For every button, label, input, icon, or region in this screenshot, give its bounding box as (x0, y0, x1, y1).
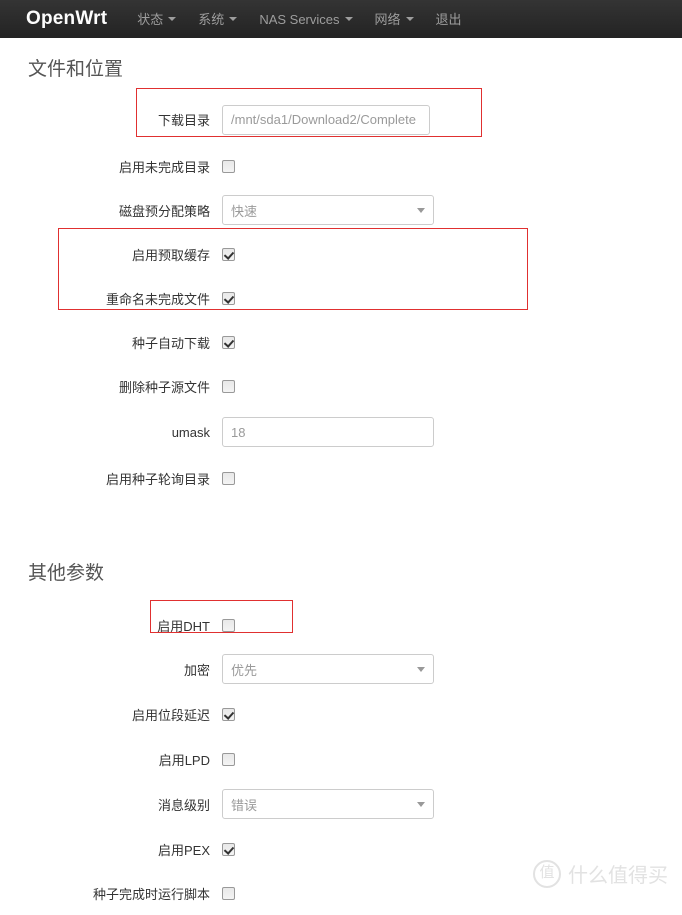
field-preallocation: 快速 (222, 195, 682, 225)
nav-item-nas-services[interactable]: NAS Services (259, 11, 353, 27)
label-rename-incomplete-files: 重命名未完成文件 (105, 291, 210, 307)
nav-item-status-label: 状态 (137, 11, 164, 27)
nav-item-network[interactable]: 网络 (375, 13, 414, 26)
row-enable-lpd: 启用LPD (0, 737, 682, 781)
brand-logo[interactable]: OpenWrt (26, 8, 107, 30)
row-umask: umask (0, 408, 682, 456)
page-content: 文件和位置 下载目录 启用未完成目录 磁盘预分配策略 快速 启用预取缓存 重命名… (0, 38, 682, 915)
select-preallocation-wrap[interactable]: 快速 (222, 195, 434, 225)
label-preallocation: 磁盘预分配策略 (118, 203, 210, 219)
field-delete-torrent-source (222, 379, 682, 393)
row-enable-lazy-bitfield: 启用位段延迟 (0, 691, 682, 737)
row-download-dir: 下载目录 (0, 95, 682, 144)
checkbox-enable-prefetch-cache[interactable] (222, 247, 235, 261)
field-run-script-on-complete (222, 886, 682, 900)
chevron-down-icon (417, 802, 425, 807)
field-enable-watch-dir (222, 471, 682, 485)
label-enable-lpd: 启用LPD (158, 752, 210, 768)
field-enable-prefetch-cache (222, 247, 682, 261)
select-preallocation[interactable]: 快速 (222, 195, 434, 225)
checkbox-rename-incomplete-files[interactable] (222, 291, 235, 305)
chevron-down-icon (168, 17, 177, 21)
field-enable-lazy-bitfield (222, 707, 682, 721)
field-rename-incomplete-files (222, 291, 682, 305)
chevron-down-icon (405, 17, 414, 21)
chevron-down-icon (417, 667, 425, 672)
select-message-level-wrap[interactable]: 错误 (222, 789, 434, 819)
nav-item-nas-services-label: NAS Services (259, 11, 340, 27)
label-seed-auto-download: 种子自动下载 (131, 335, 210, 351)
nav-links: 状态 系统 NAS Services 网络 退出 (137, 13, 483, 26)
field-message-level: 错误 (222, 789, 682, 819)
field-enable-incomplete-dir (222, 159, 682, 173)
nav-item-system[interactable]: 系统 (198, 11, 238, 27)
label-enable-prefetch-cache: 启用预取缓存 (131, 247, 210, 263)
field-umask (222, 417, 682, 447)
row-message-level: 消息级别 错误 (0, 781, 682, 827)
row-enable-watch-dir: 启用种子轮询目录 (0, 456, 682, 500)
label-download-dir: 下载目录 (157, 113, 210, 128)
label-umask: umask (171, 424, 210, 440)
checkbox-run-script-on-complete[interactable] (222, 886, 235, 900)
checkbox-enable-lazy-bitfield[interactable] (222, 707, 235, 721)
section-title-other: 其他参数 (28, 563, 105, 584)
field-enable-dht (222, 618, 682, 632)
checkbox-enable-watch-dir[interactable] (222, 471, 235, 485)
chevron-down-icon (229, 17, 238, 21)
download-dir-input[interactable] (222, 104, 430, 135)
row-seed-auto-download: 种子自动下载 (0, 320, 682, 364)
row-enable-incomplete-dir: 启用未完成目录 (0, 144, 682, 188)
label-encryption: 加密 (183, 662, 210, 678)
watermark-text: 什么值得买 (568, 865, 668, 887)
site-watermark: 值 什么值得买 (533, 859, 668, 888)
field-encryption: 优先 (222, 654, 682, 684)
top-navbar: OpenWrt 状态 系统 NAS Services 网络 退出 (0, 0, 682, 38)
select-message-level[interactable]: 错误 (222, 789, 434, 819)
label-delete-torrent-source: 删除种子源文件 (118, 379, 210, 395)
umask-input[interactable] (222, 417, 434, 447)
row-delete-torrent-source: 删除种子源文件 (0, 364, 682, 408)
label-message-level: 消息级别 (157, 797, 210, 813)
field-enable-pex (222, 842, 682, 856)
label-enable-watch-dir: 启用种子轮询目录 (105, 471, 210, 487)
section-title-files: 文件和位置 (28, 59, 124, 80)
row-preallocation: 磁盘预分配策略 快速 (0, 188, 682, 232)
watermark-badge: 值 (533, 859, 561, 888)
nav-item-logout-label: 退出 (435, 11, 462, 27)
label-run-script-on-complete: 种子完成时运行脚本 (92, 886, 210, 902)
field-seed-auto-download (222, 335, 682, 349)
row-enable-dht: 启用DHT (0, 603, 682, 647)
label-enable-lazy-bitfield: 启用位段延迟 (131, 707, 210, 723)
nav-item-status[interactable]: 状态 (137, 11, 177, 27)
select-encryption-wrap[interactable]: 优先 (222, 654, 434, 684)
field-download-dir (222, 104, 682, 135)
row-enable-prefetch-cache: 启用预取缓存 (0, 232, 682, 276)
checkbox-delete-torrent-source[interactable] (222, 379, 235, 393)
nav-item-network-label: 网络 (374, 11, 401, 27)
label-enable-dht: 启用DHT (157, 618, 210, 634)
checkbox-enable-incomplete-dir[interactable] (222, 159, 235, 173)
row-encryption: 加密 优先 (0, 647, 682, 691)
checkbox-enable-lpd[interactable] (222, 752, 235, 766)
nav-item-system-label: 系统 (198, 11, 225, 27)
field-enable-lpd (222, 752, 682, 766)
checkbox-enable-dht[interactable] (222, 618, 235, 632)
nav-item-logout[interactable]: 退出 (436, 13, 462, 26)
chevron-down-icon (344, 17, 353, 21)
chevron-down-icon (417, 208, 425, 213)
row-rename-incomplete-files: 重命名未完成文件 (0, 276, 682, 320)
select-encryption[interactable]: 优先 (222, 654, 434, 684)
checkbox-seed-auto-download[interactable] (222, 335, 235, 349)
label-enable-pex: 启用PEX (157, 842, 210, 858)
label-enable-incomplete-dir: 启用未完成目录 (118, 159, 210, 175)
checkbox-enable-pex[interactable] (222, 842, 235, 856)
